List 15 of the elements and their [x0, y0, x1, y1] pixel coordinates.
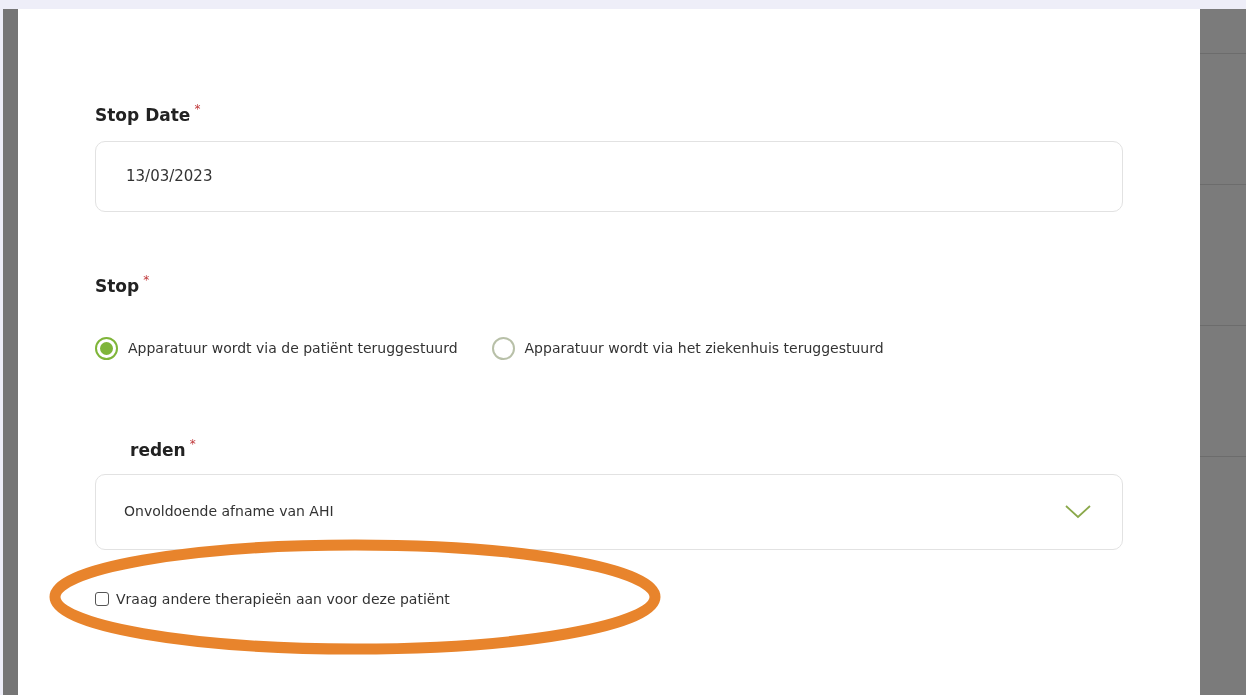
date-field[interactable]: 13/03/2023	[95, 140, 1123, 212]
stop-label: Stop	[95, 274, 140, 298]
reason-label: reden	[130, 439, 186, 462]
required-asterisk: *	[143, 273, 150, 286]
stop-date-label: Stop Date	[95, 104, 191, 127]
chevron-down-icon	[1064, 503, 1092, 520]
radio-button[interactable]	[491, 337, 515, 360]
reason-select[interactable]: Onvoldoende afname van AHI	[95, 473, 1123, 550]
radio-option[interactable]: Apparatuur wordt via de patiënt teruggestuurd	[95, 337, 458, 360]
radio-button[interactable]	[95, 337, 118, 360]
required-asterisk: *	[189, 438, 196, 450]
checkbox-label: Vraag andere therapieën aan voor deze patiënt	[116, 589, 450, 609]
required-asterisk: *	[194, 103, 201, 115]
checkbox[interactable]	[95, 592, 109, 606]
radio-option[interactable]: Apparatuur wordt via het ziekenhuis teruggestuurd	[491, 337, 884, 360]
